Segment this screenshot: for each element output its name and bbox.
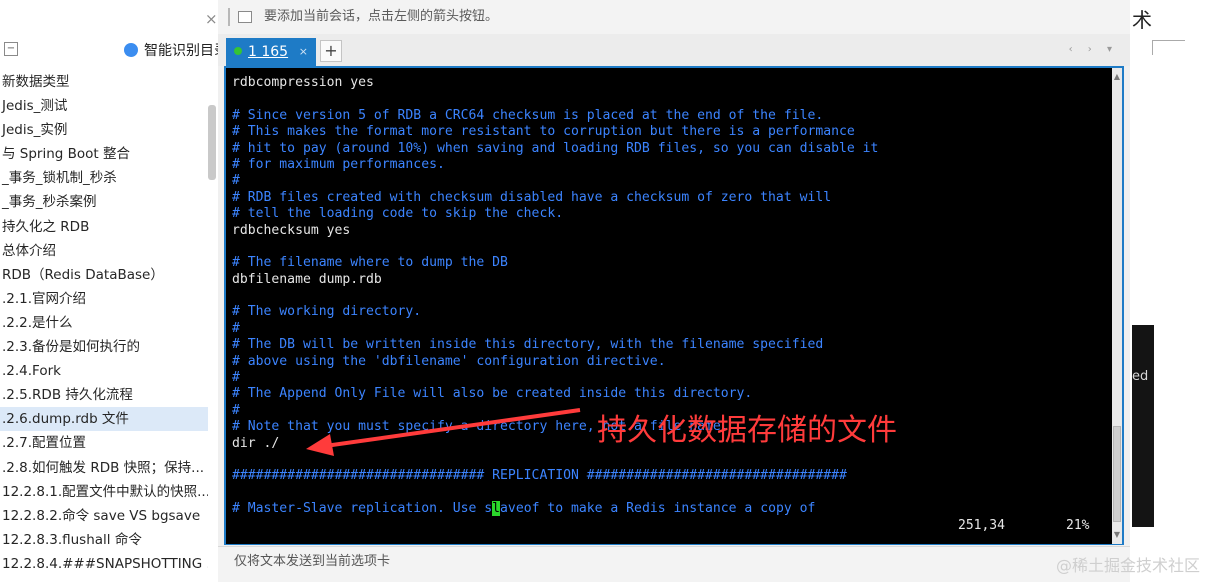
cursor-position-status: 251,34 [958,518,1005,533]
outline-item[interactable]: 12.2.8.2.命令 save VS bgsave [0,504,208,528]
terminal-line-cursor: # Master-Slave replication. Use slaveof … [232,501,878,517]
comment-line: # [232,320,240,336]
tab-bar: 1 165 × + ‹ › ▾ [218,34,1130,66]
outline-item[interactable]: .2.7.配置位置 [0,431,208,455]
comment-line: # The DB will be written inside this dir… [232,337,824,353]
scroll-up-icon[interactable]: ▲ [1112,72,1122,81]
comment-line: # [232,370,240,386]
outline-item[interactable]: .2.6.dump.rdb 文件 [0,407,208,432]
config-line: rdbcompression yes [232,75,374,90]
outline-item[interactable]: 12.2.8.3.flushall 命令 [0,528,208,552]
tab-navigation-arrows[interactable]: ‹ › ▾ [1069,44,1118,55]
toolbar-grip[interactable] [228,8,230,26]
tab-session[interactable]: 1 165 × [226,38,316,66]
annotation-label: 持久化数据存储的文件 [597,413,897,448]
outline-sidebar: × − 智能识别目录 新数据类型Jedis_测试Jedis_实例与 Spring… [0,0,219,581]
outline-item[interactable]: Jedis_测试 [0,94,208,118]
watermark: @稀土掘金技术社区 [1056,556,1201,575]
outline-item[interactable]: 与 Spring Boot 整合 [0,142,208,166]
outline-item[interactable]: .2.5.RDB 持久化流程 [0,383,208,407]
terminal-text: aveof to make a Redis instance a copy of [500,501,816,517]
scroll-down-icon[interactable]: ▼ [1112,530,1122,539]
outline-item[interactable]: .2.1.官网介绍 [0,287,208,311]
send-text-bar[interactable]: 仅将文本发送到当前选项卡 [218,546,1130,582]
config-line: dbfilename dump.rdb [232,271,382,287]
outline-title-label: 智能识别目录 [144,43,218,59]
outline-item[interactable]: .2.2.是什么 [0,311,208,335]
comment-line: # RDB files created with checksum disabl… [232,189,832,205]
outline-list: 新数据类型 Jedis_测试 Jedis_实例与 Spring Boot 整合 _事务… [0,70,208,576]
outline-item[interactable]: 新数据类型 [0,70,208,94]
background-document: 术 ed @稀土掘金技术社区 [1056,0,1225,581]
outline-title[interactable]: 智能识别目录 [124,40,218,60]
tab-close-icon[interactable]: × [299,38,308,66]
background-divider [1152,40,1185,55]
outline-item[interactable]: _事务_秒杀案例 [0,190,208,214]
comment-line: # [232,173,240,189]
terminal-frame: rdbcompression yes # Since version 5 of R… [224,66,1124,545]
outline-item[interactable]: .2.3.备份是如何执行的 [0,335,208,359]
config-line: rdbchecksum yes [232,222,351,238]
send-text-placeholder: 仅将文本发送到当前选项卡 [234,554,391,569]
comment-line: # hit to pay (around 10%) when saving an… [232,140,879,156]
comment-line: # tell the loading code to skip the chec… [232,206,564,222]
connected-status-icon [234,47,242,55]
outline-item[interactable]: 总体介绍 [0,239,208,263]
session-hint-icon[interactable] [238,11,252,23]
sidebar-scrollbar[interactable] [208,105,216,180]
outline-item[interactable]: Jedis_实例 [0,118,208,142]
comment-line: # This makes the format more resistant t… [232,124,855,140]
comment-line: # The filename where to dump the DB [232,255,508,271]
comment-line: ################################ REPLICA… [232,468,847,484]
collapse-all-button[interactable]: − [4,42,18,56]
background-panel-text: ed [1132,369,1149,384]
text-cursor: l [492,501,501,517]
outline-item[interactable]: RDB（Redis DataBase） [0,263,208,287]
outline-item[interactable]: .2.8.如何触发 RDB 快照；保持... [0,456,208,480]
background-dark-panel: ed [1132,325,1154,527]
vim-buffer: rdbcompression yes # Since version 5 of R… [232,75,878,518]
session-hint-text: 要添加当前会话，点击左侧的箭头按钮。 [264,9,499,24]
terminal-text: # Master-Slave replication. Use s [232,501,493,517]
outline-item[interactable]: 持久化之 RDB [0,215,208,239]
scroll-thumb[interactable] [1113,426,1121,522]
smart-toc-icon [124,43,138,57]
comment-line: # Since version 5 of RDB a CRC64 checksu… [232,107,824,123]
comment-line: # The Append Only File will also be crea… [232,386,753,402]
close-icon[interactable]: × [205,10,218,28]
add-tab-button[interactable]: + [320,40,342,62]
outline-item[interactable]: .2.4.Fork [0,359,208,383]
terminal-screen[interactable]: rdbcompression yes # Since version 5 of R… [226,68,1112,544]
background-text: 术 [1132,8,1152,32]
outline-header: − 智能识别目录 [0,36,218,64]
terminal-window: 要添加当前会话，点击左侧的箭头按钮。 1 165 × + ‹ › ▾ rdbco… [218,0,1130,582]
session-hint-bar: 要添加当前会话，点击左侧的箭头按钮。 [218,0,1130,35]
outline-item[interactable]: _事务_锁机制_秒杀 [0,166,208,190]
outline-item[interactable]: 12.2.8.1.配置文件中默认的快照... [0,480,208,504]
comment-line: # for maximum performances. [232,156,445,172]
file-percent-status: 21% [1066,518,1090,533]
tab-session-label: 1 165 [248,44,289,60]
comment-line: # above using the 'dbfilename' configura… [232,353,666,369]
terminal-scrollbar[interactable]: ▲ ▼ [1112,68,1122,544]
outline-item[interactable]: 12.2.8.4.###SNAPSHOTTING ... [0,552,208,576]
comment-line: # The working directory. [232,304,422,320]
